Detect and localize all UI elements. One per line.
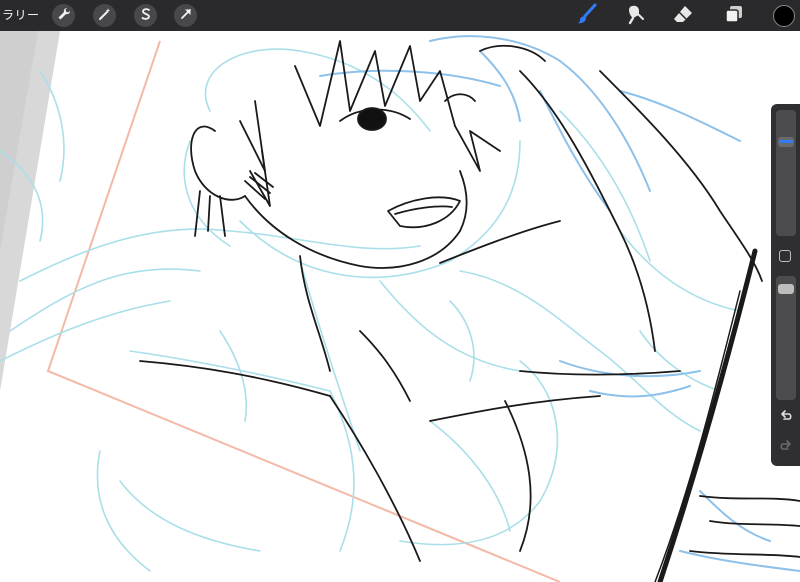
undo-icon (779, 408, 793, 427)
brush-size-slider[interactable] (776, 110, 796, 236)
redo-icon (779, 438, 793, 457)
top-toolbar: ラリー (0, 0, 800, 31)
opacity-slider[interactable] (776, 276, 796, 400)
drawing-canvas[interactable] (0, 31, 800, 582)
magic-wand-icon (98, 6, 112, 25)
modify-button[interactable] (779, 250, 791, 262)
undo-button[interactable] (775, 406, 797, 428)
smudge-tool-button[interactable] (622, 3, 648, 29)
smudge-icon (624, 3, 646, 29)
actions-button[interactable] (52, 4, 75, 27)
brush-icon (576, 3, 598, 29)
brush-tool-button[interactable] (574, 3, 600, 29)
wrench-icon (57, 6, 71, 25)
eraser-tool-button[interactable] (670, 3, 696, 29)
color-picker-button[interactable] (773, 5, 795, 27)
opacity-thumb[interactable] (778, 284, 794, 295)
side-toolbar (771, 104, 800, 466)
artwork (0, 31, 800, 582)
adjustments-button[interactable] (93, 4, 116, 27)
gallery-button[interactable]: ラリー (2, 0, 40, 31)
eraser-icon (672, 3, 694, 29)
brush-size-thumb[interactable] (778, 137, 794, 148)
selection-icon (139, 6, 153, 25)
layers-button[interactable] (721, 3, 747, 29)
brush-size-indicator (779, 140, 793, 144)
transform-button[interactable] (174, 4, 197, 27)
transform-arrow-icon (179, 6, 193, 25)
redo-button[interactable] (775, 436, 797, 458)
layers-icon (723, 3, 745, 29)
selection-button[interactable] (134, 4, 157, 27)
